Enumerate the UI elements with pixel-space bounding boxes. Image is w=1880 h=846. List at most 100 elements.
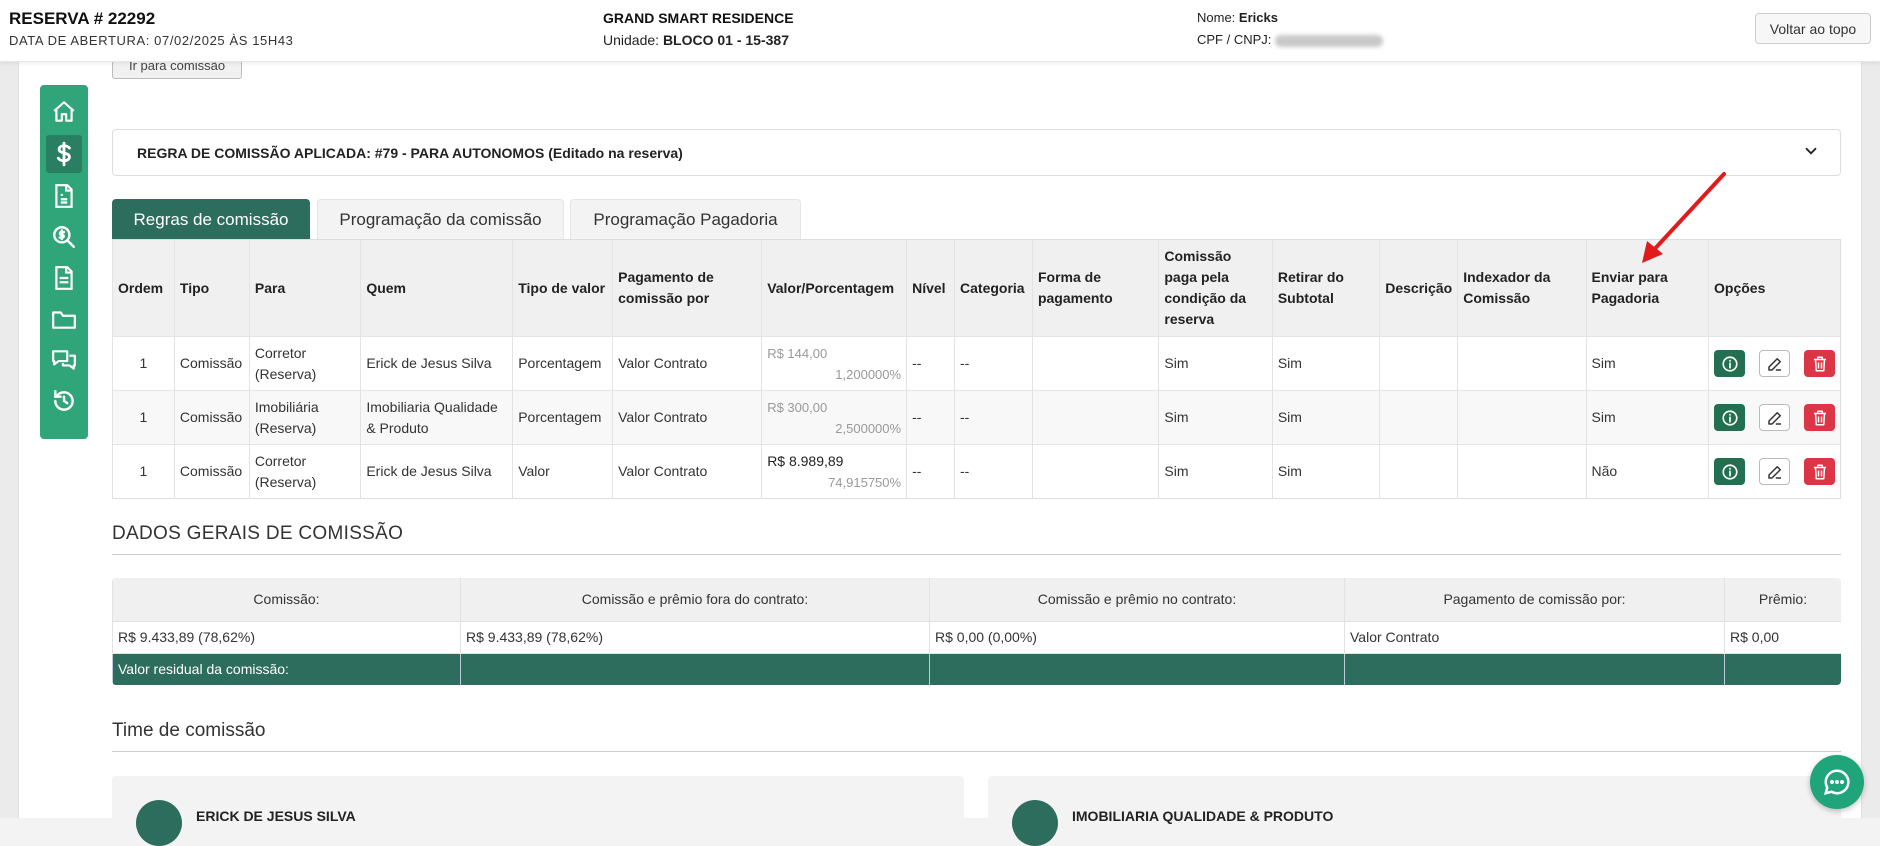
sidebar-item-commission[interactable] — [46, 135, 82, 173]
col-quem: Quem — [360, 239, 513, 337]
col-pagamento-por: Pagamento de comissão por — [612, 239, 762, 337]
col-descricao: Descrição — [1379, 239, 1458, 337]
cell-tipo-valor: Porcentagem — [512, 336, 613, 391]
cpf-redacted — [1275, 34, 1384, 47]
table-row: 1 Comissão Corretor (Reserva) Erick de J… — [112, 336, 1841, 391]
divider — [112, 751, 1841, 752]
invoice-icon — [55, 184, 73, 208]
col-valor-porcentagem: Valor/Porcentagem — [761, 239, 907, 337]
document-icon — [55, 266, 73, 290]
folder-icon — [52, 311, 76, 329]
valor-amount: R$ 144,00 — [767, 345, 828, 361]
cell-nivel: -- — [906, 444, 955, 499]
team-member-name: IMOBILIARIA QUALIDADE & PRODUTO — [1072, 808, 1334, 824]
info-button[interactable] — [1714, 404, 1745, 431]
cell-para: Corretor (Reserva) — [248, 444, 361, 499]
cell-retirar: Sim — [1271, 444, 1380, 499]
cell-opcoes — [1708, 444, 1841, 499]
info-button[interactable] — [1714, 350, 1745, 377]
edit-button[interactable] — [1759, 458, 1790, 485]
cell-quem: Imobiliaria Qualidade & Produto — [360, 390, 513, 445]
valor-amount: R$ 300,00 — [767, 399, 828, 415]
team-member-card: ERICK DE JESUS SILVA — [112, 776, 964, 846]
cpf-label: CPF / CNPJ: — [1197, 32, 1272, 47]
tab-programacao-comissao[interactable]: Programação da comissão — [317, 199, 564, 239]
name-label: Nome: — [1197, 10, 1236, 25]
cell-tipo-valor: Valor — [512, 444, 613, 499]
dados-col-no-contrato: Comissão e prêmio no contrato: — [929, 578, 1345, 621]
dados-gerais-title: DADOS GERAIS DE COMISSÃO — [112, 523, 404, 544]
commission-rule-accordion[interactable]: REGRA DE COMISSÃO APLICADA: #79 - PARA A… — [112, 129, 1841, 176]
col-categoria: Categoria — [954, 239, 1033, 337]
time-comissao-title: Time de comissão — [112, 720, 266, 741]
cell-descricao — [1379, 390, 1458, 445]
sidebar-item-invoice[interactable] — [46, 177, 82, 215]
cell-indexador[interactable] — [1457, 336, 1586, 391]
unit-label: Unidade: — [603, 32, 660, 48]
residual-cell — [1724, 652, 1841, 685]
commission-rules-table: Ordem Tipo Para Quem Tipo de valor Pagam… — [112, 239, 1841, 499]
valor-percentage: 74,915750% — [828, 474, 902, 490]
edit-icon — [1767, 411, 1781, 425]
sidebar-item-folder[interactable] — [46, 300, 82, 338]
sidebar-item-history[interactable] — [46, 382, 82, 420]
cell-para: Corretor (Reserva) — [248, 336, 361, 391]
annotation-arrow-icon — [1642, 172, 1726, 263]
cell-quem: Erick de Jesus Silva — [360, 336, 513, 391]
col-ordem: Ordem — [112, 239, 175, 337]
residual-row: Valor residual da comissão: — [112, 652, 1841, 685]
chevron-down-icon[interactable] — [1802, 142, 1820, 160]
info-button[interactable] — [1714, 458, 1745, 485]
table-header-row: Ordem Tipo Para Quem Tipo de valor Pagam… — [112, 239, 1841, 337]
cell-descricao — [1379, 336, 1458, 391]
dados-col-premio: Prêmio: — [1724, 578, 1841, 621]
col-retirar-subtotal: Retirar do Subtotal — [1271, 239, 1380, 337]
chat-support-button[interactable] — [1810, 755, 1864, 809]
cell-pagamento-por: Valor Contrato — [612, 390, 762, 445]
edit-button[interactable] — [1759, 404, 1790, 431]
dados-col-pagamento-por: Pagamento de comissão por: — [1344, 578, 1725, 621]
cell-valor-porcentagem: R$ 144,00 1,200000% — [761, 336, 907, 391]
tab-regras-comissao[interactable]: Regras de comissão — [112, 199, 310, 239]
delete-button[interactable] — [1804, 404, 1835, 431]
cell-paga-condicao: Sim — [1158, 390, 1273, 445]
avatar — [1012, 800, 1058, 846]
delete-button[interactable] — [1804, 350, 1835, 377]
cell-indexador[interactable] — [1457, 390, 1586, 445]
valor-percentage: 1,200000% — [835, 366, 902, 382]
info-icon — [1721, 355, 1738, 372]
cell-ordem: 1 — [112, 390, 175, 445]
divider — [112, 554, 1841, 555]
dados-val-comissao: R$ 9.433,89 (78,62%) — [112, 620, 461, 653]
cell-retirar: Sim — [1271, 390, 1380, 445]
dados-val-premio: R$ 0,00 — [1724, 620, 1841, 653]
info-icon — [1721, 463, 1738, 480]
sidebar-item-home[interactable] — [46, 93, 82, 131]
cell-categoria: -- — [954, 336, 1033, 391]
cell-forma — [1031, 444, 1159, 499]
back-to-top-button[interactable]: Voltar ao topo — [1755, 13, 1871, 44]
table-row: 1 Comissão Corretor (Reserva) Erick de J… — [112, 444, 1841, 499]
avatar — [136, 800, 182, 846]
team-member-card: IMOBILIARIA QUALIDADE & PRODUTO — [988, 776, 1841, 846]
info-icon — [1721, 409, 1738, 426]
cell-enviar: Sim — [1585, 390, 1709, 445]
sidebar-item-chat[interactable] — [46, 341, 82, 379]
cell-forma — [1031, 336, 1159, 391]
residual-cell — [1344, 652, 1725, 685]
cell-valor-porcentagem: R$ 300,00 2,500000% — [761, 390, 907, 445]
sidebar-item-document[interactable] — [46, 259, 82, 297]
cell-enviar: Sim — [1585, 336, 1709, 391]
cell-tipo: Comissão — [173, 390, 250, 445]
cell-forma — [1031, 390, 1159, 445]
tab-programacao-pagadoria[interactable]: Programação Pagadoria — [570, 199, 801, 239]
delete-button[interactable] — [1804, 458, 1835, 485]
sidebar-item-search-dollar[interactable] — [46, 218, 82, 256]
col-tipo-valor: Tipo de valor — [512, 239, 613, 337]
name-value: Ericks — [1238, 10, 1278, 25]
cell-ordem: 1 — [112, 444, 175, 499]
col-tipo: Tipo — [173, 239, 250, 337]
commission-rule-title: REGRA DE COMISSÃO APLICADA: #79 - PARA A… — [137, 145, 683, 161]
edit-button[interactable] — [1759, 350, 1790, 377]
cell-para: Imobiliária (Reserva) — [248, 390, 361, 445]
